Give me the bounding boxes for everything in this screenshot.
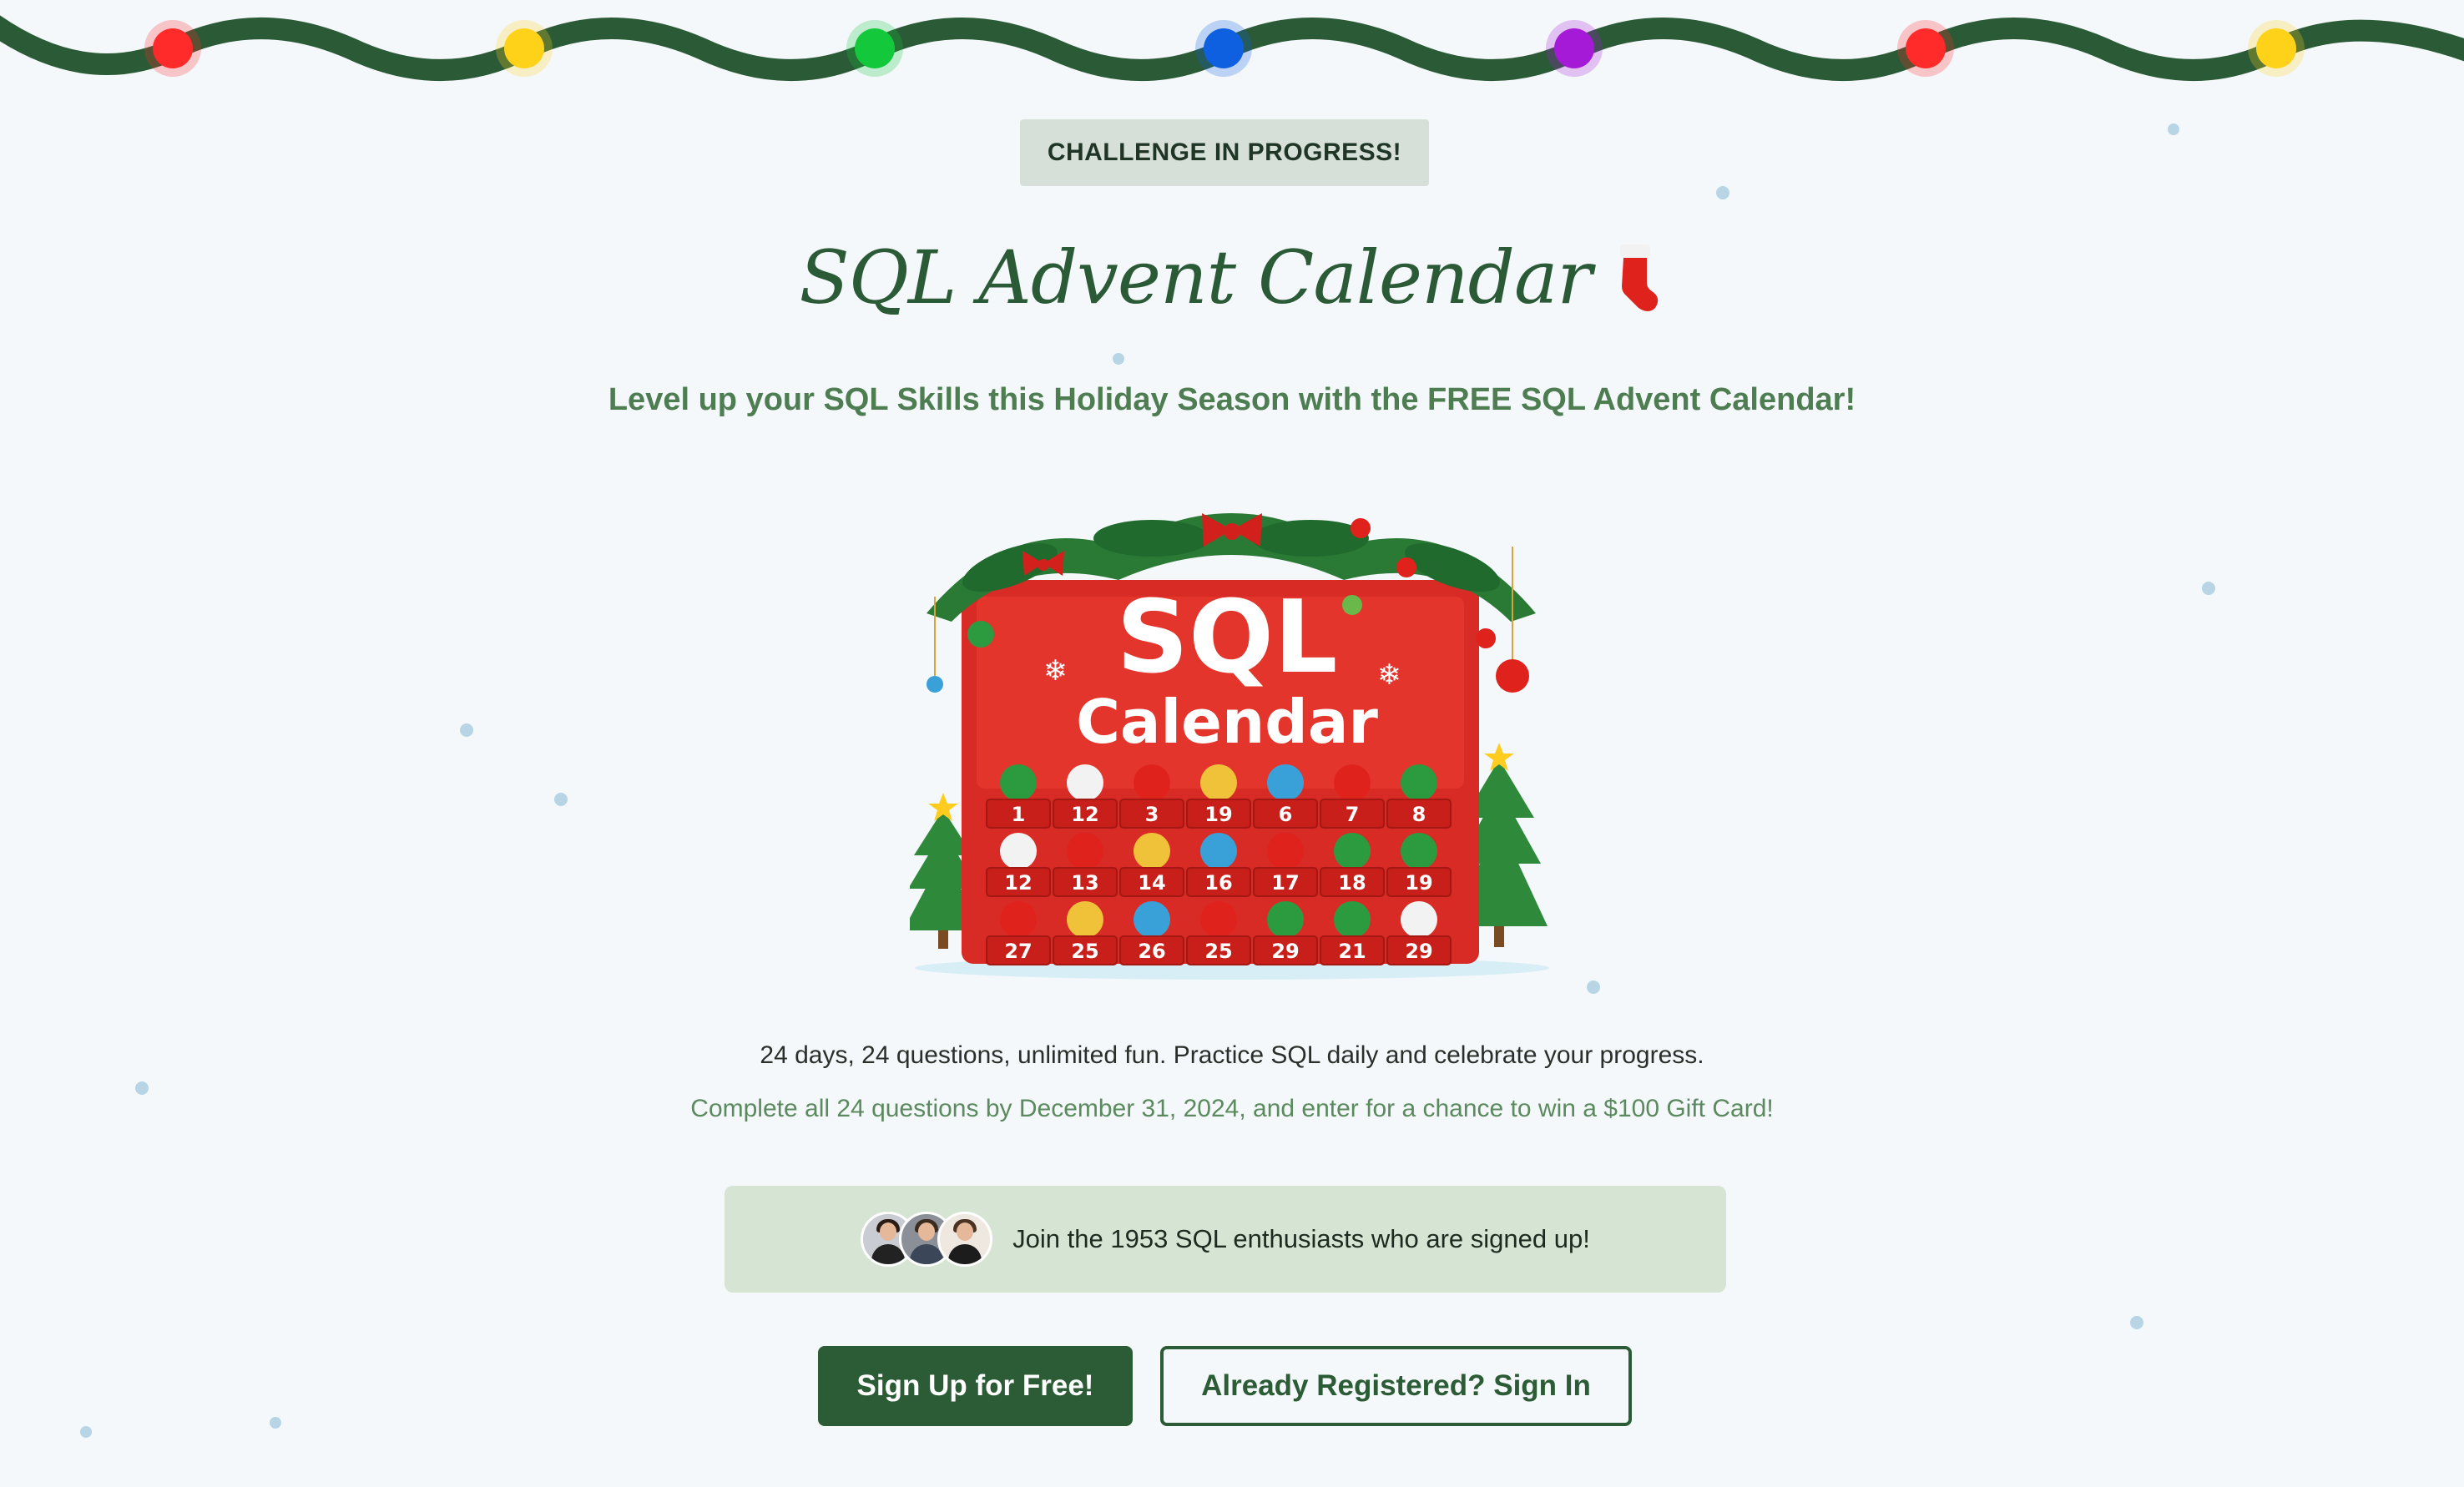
hero-title-line1: SQL [1117, 580, 1338, 696]
avatar [937, 1212, 993, 1267]
calendar-day-number: 25 [1071, 940, 1098, 963]
ornament-icon [1267, 901, 1304, 938]
ornament-icon [1401, 764, 1437, 801]
calendar-day-number: 12 [1004, 871, 1032, 895]
ornament-icon [1334, 764, 1371, 801]
ornament-icon [1000, 764, 1037, 801]
light-bulb-icon [2256, 28, 2296, 68]
light-bulb-icon [1906, 28, 1946, 68]
ornament-icon [1000, 833, 1037, 870]
calendar-day-number: 3 [1145, 803, 1159, 826]
prize-line: Complete all 24 questions by December 31… [690, 1095, 1774, 1122]
calendar-day-number: 21 [1338, 940, 1366, 963]
calendar-day-number: 19 [1405, 871, 1432, 895]
intro-line: 24 days, 24 questions, unlimited fun. Pr… [760, 1041, 1704, 1069]
ornament-icon [1134, 764, 1170, 801]
sign-in-button[interactable]: Already Registered? Sign In [1160, 1346, 1632, 1426]
calendar-day-number: 27 [1004, 940, 1032, 963]
ornament-icon [1267, 833, 1304, 870]
ornament-icon [1401, 833, 1437, 870]
ornament-icon [1134, 901, 1170, 938]
signup-count-text: Join the 1953 SQL enthusiasts who are si… [1012, 1224, 1590, 1253]
challenge-status-badge: CHALLENGE IN PROGRESS! [1020, 119, 1429, 186]
page-title-row: SQL Advent Calendar [0, 219, 2464, 335]
stocking-icon [1619, 244, 1658, 311]
ornament-icon [1134, 833, 1170, 870]
calendar-day-number: 19 [1204, 803, 1232, 826]
light-bulb-icon [855, 28, 895, 68]
calendar-day-number: 13 [1071, 871, 1098, 895]
ornament-icon [1067, 833, 1103, 870]
signup-count-banner: Join the 1953 SQL enthusiasts who are si… [725, 1186, 1726, 1293]
light-bulb-icon [504, 28, 544, 68]
calendar-day-number: 17 [1271, 871, 1299, 895]
calendar-day-number: 1 [1012, 803, 1026, 826]
calendar-day-number: 16 [1204, 871, 1232, 895]
calendar-day-number: 29 [1405, 940, 1432, 963]
ornament-icon [1067, 901, 1103, 938]
ornament-icon [1200, 833, 1237, 870]
calendar-day-number: 6 [1279, 803, 1293, 826]
ornament-icon [1334, 833, 1371, 870]
ornament-icon [1267, 764, 1304, 801]
calendar-day-number: 25 [1204, 940, 1232, 963]
calendar-day-number: 18 [1338, 871, 1366, 895]
ornament-icon [1067, 764, 1103, 801]
calendar-day-number: 26 [1138, 940, 1165, 963]
advent-calendar-illustration: ❄ ❄ SQL Calendar 1 12 3 19 6 7 8 12 13 14 16 17 18 19… [910, 513, 1549, 980]
calendar-day-number: 29 [1271, 940, 1299, 963]
light-bulb-icon [1204, 28, 1244, 68]
snowflake-icon: ❄ [1377, 658, 1401, 692]
page-subtitle: Level up your SQL Skills this Holiday Se… [608, 382, 1856, 417]
snowflake-icon: ❄ [1043, 654, 1068, 688]
ornament-icon [1334, 901, 1371, 938]
light-bulb-icon [153, 28, 193, 68]
avatar-group [861, 1212, 993, 1267]
ornament-icon [1000, 901, 1037, 938]
ornament-icon [1401, 901, 1437, 938]
ornament-icon [1200, 901, 1237, 938]
hero-title-line2: Calendar [1076, 687, 1378, 757]
light-bulb-icon [1554, 28, 1594, 68]
sign-up-button[interactable]: Sign Up for Free! [818, 1346, 1133, 1426]
calendar-day-number: 8 [1412, 803, 1426, 826]
calendar-day-number: 12 [1071, 803, 1098, 826]
calendar-day-number: 7 [1346, 803, 1360, 826]
ornament-icon [1200, 764, 1237, 801]
calendar-day-number: 14 [1138, 871, 1165, 895]
page-title: SQL Advent Calendar [799, 234, 1592, 320]
garland-lights-decoration [0, 15, 2464, 81]
